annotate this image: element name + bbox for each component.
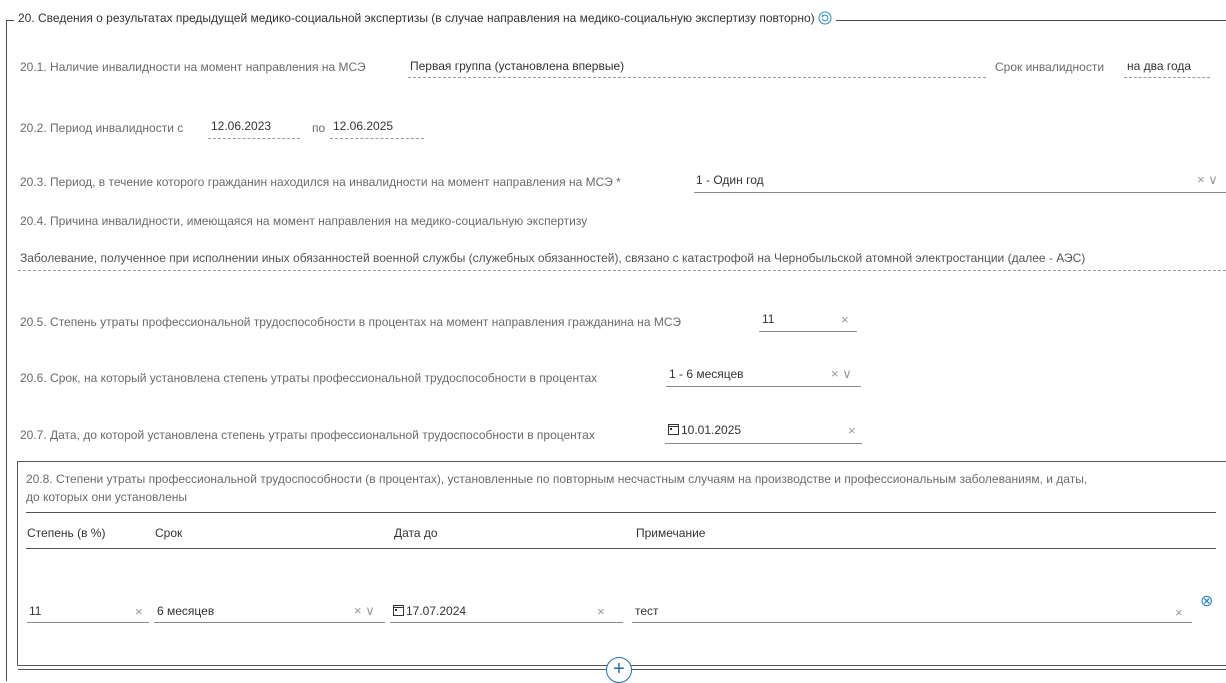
section-20-title: 20. Сведения о результатах предыдущей ме… [18, 11, 815, 25]
remove-row-icon[interactable]: ⊗ [1200, 591, 1213, 611]
f20-8-title-line2: до которых они установлены [26, 490, 188, 504]
clear-icon[interactable]: × [831, 366, 839, 381]
f20-5-label: 20.5. Степень утраты профессиональной тр… [20, 315, 681, 329]
clear-icon[interactable]: × [841, 312, 849, 327]
legend-rule [953, 20, 1226, 21]
f20-1-term-value: на два года [1127, 59, 1192, 73]
f20-7-value: 10.01.2025 [681, 423, 742, 437]
f20-3-label: 20.3. Период, в течение которого граждан… [20, 175, 621, 189]
f20-3-select[interactable]: 1 - Один год × ∨ [694, 170, 1226, 193]
f20-2-from-value: 12.06.2023 [211, 119, 272, 133]
clear-icon[interactable]: × [597, 604, 605, 619]
f20-5-field[interactable]: 11 × [759, 309, 857, 332]
f20-2-from-field[interactable]: 12.06.2023 [208, 116, 300, 139]
col-term-header: Срок [155, 526, 183, 540]
row-degree-field[interactable]: 11 × [27, 600, 149, 623]
clear-icon[interactable]: × [354, 603, 362, 618]
clear-icon[interactable]: × [848, 423, 856, 438]
f20-2-to-value: 12.06.2025 [333, 119, 394, 133]
f20-4-label: 20.4. Причина инвалидности, имеющаяся на… [20, 214, 588, 228]
f20-1-term-label: Срок инвалидности [995, 60, 1105, 74]
f20-3-value: 1 - Один год [696, 173, 764, 187]
header-divider [26, 548, 1216, 549]
row-term-select[interactable]: 6 месяцев × ∨ [154, 600, 385, 623]
row-note-value: тест [635, 604, 659, 618]
row-date-field[interactable]: 17.07.2024 × [390, 600, 623, 623]
chevron-down-icon[interactable]: ∨ [842, 366, 852, 381]
calendar-icon[interactable] [393, 604, 404, 616]
f20-8-title-line1: 20.8. Степени утраты профессиональной тр… [26, 472, 1088, 486]
col-note-header: Примечание [636, 526, 706, 540]
f20-2-label: 20.2. Период инвалидности с [20, 121, 184, 135]
f20-6-select[interactable]: 1 - 6 месяцев × ∨ [666, 364, 861, 387]
title-divider [26, 512, 1216, 513]
chevron-down-icon[interactable]: ∨ [1208, 172, 1218, 187]
section-20-legend: 20. Сведения о результатах предыдущей ме… [14, 11, 836, 25]
f20-2-to-field[interactable]: 12.06.2025 [330, 116, 424, 139]
col-degree-header: Степень (в %) [27, 526, 106, 540]
f20-1-term-field[interactable]: на два года [1124, 56, 1210, 78]
f20-6-label: 20.6. Срок, на который установлена степе… [20, 371, 598, 385]
f20-2-to-label: по [312, 121, 326, 135]
refresh-icon[interactable] [818, 11, 832, 25]
add-row-button[interactable]: + [606, 657, 632, 683]
plus-icon: + [613, 658, 625, 680]
calendar-icon[interactable] [668, 423, 679, 435]
clear-icon[interactable]: × [1197, 172, 1205, 187]
f20-7-date-field[interactable]: 10.01.2025 × [665, 420, 862, 444]
chevron-down-icon[interactable]: ∨ [365, 603, 375, 618]
f20-1-label: 20.1. Наличие инвалидности на момент нап… [20, 60, 366, 74]
f20-8-box: 20.8. Степени утраты профессиональной тр… [17, 461, 1226, 666]
f20-4-field[interactable]: Заболевание, полученное при исполнении и… [18, 248, 1226, 271]
col-date-header: Дата до [394, 526, 438, 540]
add-divider-right [632, 669, 1226, 670]
f20-5-value: 11 [762, 312, 775, 326]
f20-7-label: 20.7. Дата, до которой установлена степе… [20, 428, 595, 442]
row-degree-value: 11 [29, 604, 42, 618]
row-date-value: 17.07.2024 [406, 604, 467, 618]
f20-6-value: 1 - 6 месяцев [669, 367, 744, 381]
add-divider-left [18, 669, 606, 670]
row-note-field[interactable]: тест × [632, 600, 1192, 623]
f20-1-value: Первая группа (установлена впервые) [410, 59, 625, 73]
f20-1-field[interactable]: Первая группа (установлена впервые) [408, 56, 986, 78]
clear-icon[interactable]: × [135, 604, 143, 619]
f20-4-value: Заболевание, полученное при исполнении и… [20, 251, 1086, 265]
row-term-value: 6 месяцев [157, 604, 215, 618]
clear-icon[interactable]: × [1175, 605, 1183, 620]
